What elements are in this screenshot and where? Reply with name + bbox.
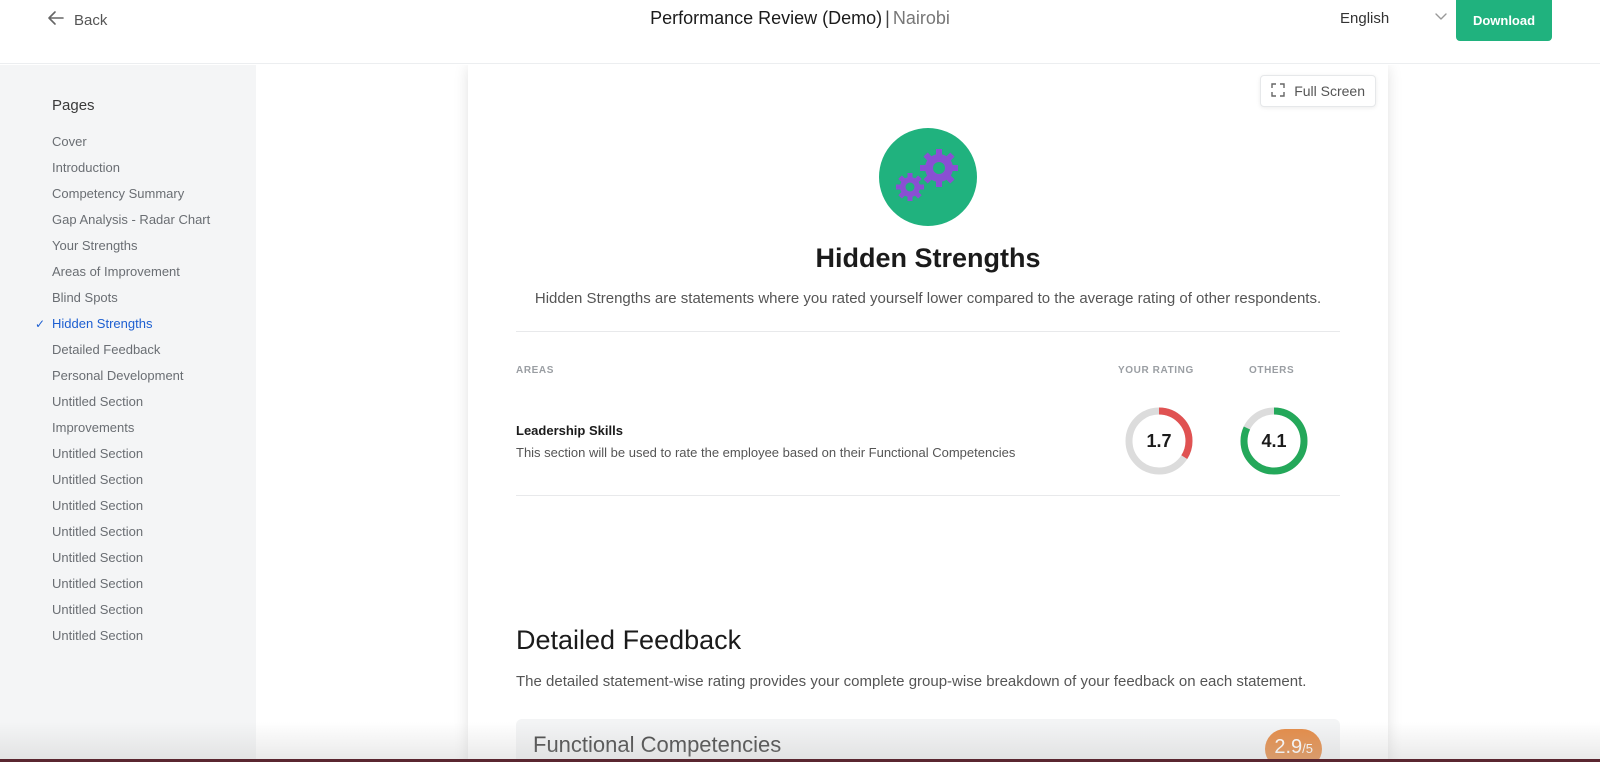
score-value: 2.9 xyxy=(1274,736,1303,758)
check-icon: ✓ xyxy=(35,317,46,331)
sidebar-item-personal-development[interactable]: Personal Development xyxy=(52,363,210,389)
report-name: Performance Review (Demo) xyxy=(650,8,883,28)
report-location: Nairobi xyxy=(892,8,950,28)
gears-icon xyxy=(879,128,977,226)
sidebar-item-label: Untitled Section xyxy=(52,550,144,565)
others-rating-gauge: 4.1 xyxy=(1239,406,1309,476)
hidden-strengths-description: Hidden Strengths are statements where yo… xyxy=(534,290,1322,307)
language-value: English xyxy=(1340,9,1390,27)
sidebar-item-label: Hidden Strengths xyxy=(52,316,153,331)
sidebar-item-label: Blind Spots xyxy=(52,290,118,305)
others-column-header: OTHERS xyxy=(1249,365,1295,376)
divider xyxy=(516,495,1340,496)
sidebar-item-label: Untitled Section xyxy=(52,576,144,591)
area-description: This section will be used to rate the em… xyxy=(516,445,1016,460)
report-viewer[interactable]: Full Screen Hidden Strengths Hidden Stre… xyxy=(256,65,1600,762)
chevron-down-icon xyxy=(1434,9,1448,27)
your-rating-value: 1.7 xyxy=(1146,431,1172,451)
hidden-strengths-title: Hidden Strengths xyxy=(815,243,1041,273)
detailed-feedback-description: The detailed statement-wise rating provi… xyxy=(516,673,1307,690)
competency-group-header[interactable]: Functional Competencies 2.9/5 xyxy=(516,719,1340,762)
full-screen-label: Full Screen xyxy=(1294,83,1365,99)
sidebar-item-label: Your Strengths xyxy=(52,238,138,253)
sidebar-item-introduction[interactable]: Introduction xyxy=(52,155,210,181)
sidebar-item-label: Untitled Section xyxy=(52,524,144,539)
score-max: /5 xyxy=(1302,741,1313,756)
pages-heading: Pages xyxy=(52,97,95,114)
sidebar-item-label: Competency Summary xyxy=(52,186,185,201)
detailed-feedback-title: Detailed Feedback xyxy=(516,625,742,655)
sidebar-item-gap-analysis-radar-chart[interactable]: Gap Analysis - Radar Chart xyxy=(52,207,210,233)
full-screen-button[interactable]: Full Screen xyxy=(1260,75,1376,107)
sidebar-item-label: Untitled Section xyxy=(52,628,144,643)
divider xyxy=(516,331,1340,332)
pages-list: Cover Introduction Competency Summary Gap A… xyxy=(35,129,210,649)
sidebar-item-cover[interactable]: Cover xyxy=(52,129,210,155)
sidebar-item-areas-of-improvement[interactable]: Areas of Improvement xyxy=(52,259,210,285)
sidebar-item-label: Areas of Improvement xyxy=(52,264,180,279)
sidebar-item-blind-spots[interactable]: Blind Spots xyxy=(52,285,210,311)
sidebar-item-hidden-strengths[interactable]: ✓ Hidden Strengths xyxy=(35,311,210,337)
download-button[interactable]: Download xyxy=(1456,0,1552,41)
language-select[interactable]: English xyxy=(1340,9,1448,27)
others-rating-value: 4.1 xyxy=(1261,431,1287,451)
sidebar-item-label: Untitled Section xyxy=(52,446,144,461)
sidebar-item-label: Introduction xyxy=(52,160,120,175)
sidebar-item-untitled-section[interactable]: Untitled Section xyxy=(52,493,210,519)
title-separator: | xyxy=(885,8,890,28)
competency-group-title: Functional Competencies xyxy=(533,732,782,757)
sidebar-item-label: Personal Development xyxy=(52,368,184,383)
sidebar-item-competency-summary[interactable]: Competency Summary xyxy=(52,181,210,207)
top-bar: Back Performance Review (Demo) | Nairobi E… xyxy=(0,0,1600,64)
areas-column-header: AREAS xyxy=(516,365,555,376)
area-name: Leadership Skills xyxy=(516,423,623,438)
sidebar-item-untitled-section[interactable]: Untitled Section xyxy=(52,441,210,467)
report-page: Full Screen Hidden Strengths Hidden Stre… xyxy=(468,65,1388,762)
sidebar-item-label: Untitled Section xyxy=(52,394,144,409)
sidebar-item-untitled-section[interactable]: Untitled Section xyxy=(52,597,210,623)
sidebar-item-untitled-section[interactable]: Untitled Section xyxy=(52,519,210,545)
sidebar-item-label: Untitled Section xyxy=(52,498,144,513)
sidebar-item-untitled-section[interactable]: Untitled Section xyxy=(52,571,210,597)
pages-sidebar: Pages Cover Introduction Competency Summar… xyxy=(0,65,256,762)
sidebar-item-detailed-feedback[interactable]: Detailed Feedback xyxy=(52,337,210,363)
sidebar-item-untitled-section[interactable]: Untitled Section xyxy=(52,389,210,415)
sidebar-item-label: Untitled Section xyxy=(52,602,144,617)
your-rating-column-header: YOUR RATING xyxy=(1118,365,1194,376)
sidebar-item-label: Detailed Feedback xyxy=(52,342,161,357)
sidebar-item-improvements[interactable]: Improvements xyxy=(52,415,210,441)
sidebar-item-label: Untitled Section xyxy=(52,472,144,487)
your-rating-gauge: 1.7 xyxy=(1124,406,1194,476)
score-badge: 2.9/5 xyxy=(1265,729,1322,762)
sidebar-item-untitled-section[interactable]: Untitled Section xyxy=(52,545,210,571)
sidebar-item-label: Gap Analysis - Radar Chart xyxy=(52,212,211,227)
sidebar-item-your-strengths[interactable]: Your Strengths xyxy=(52,233,210,259)
sidebar-item-untitled-section[interactable]: Untitled Section xyxy=(52,623,210,649)
sidebar-item-label: Cover xyxy=(52,134,87,149)
expand-icon xyxy=(1271,82,1285,100)
sidebar-item-untitled-section[interactable]: Untitled Section xyxy=(52,467,210,493)
sidebar-item-label: Improvements xyxy=(52,420,135,435)
